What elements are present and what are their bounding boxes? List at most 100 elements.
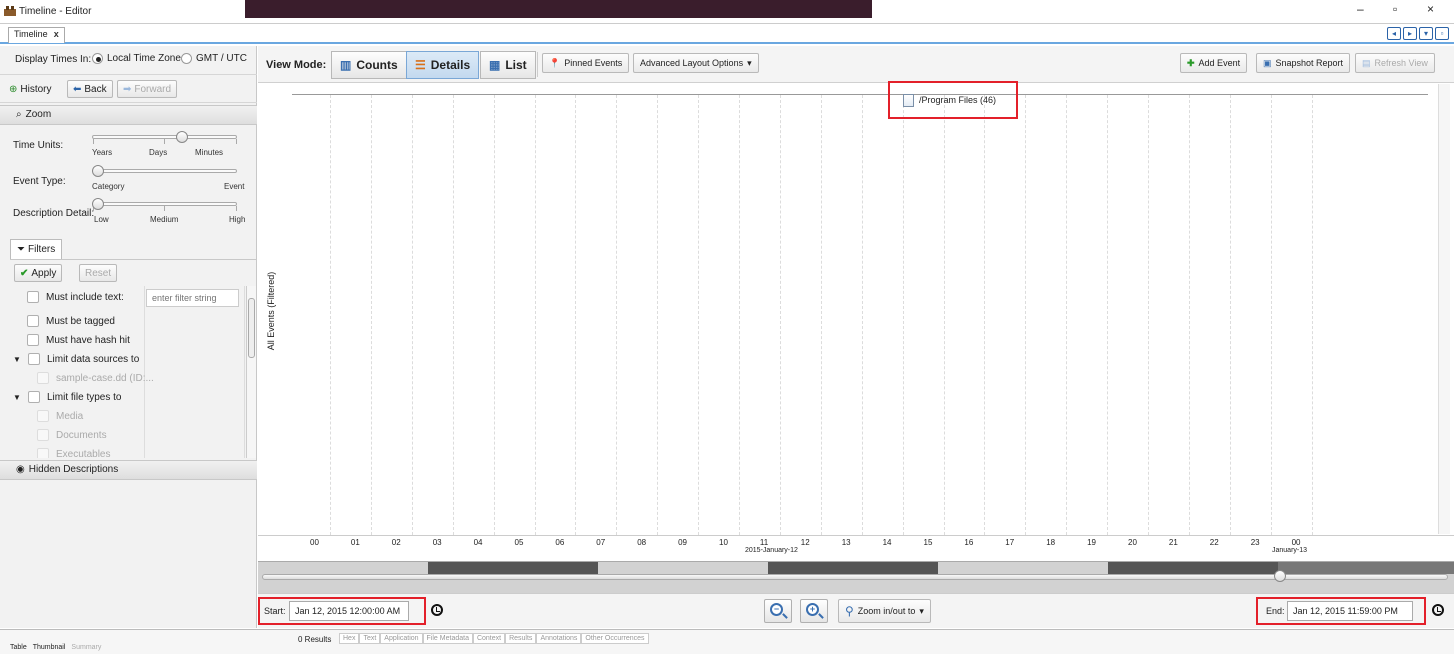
tab-hex[interactable]: Hex <box>339 633 360 644</box>
chevron-down-icon: ▾ <box>919 605 924 616</box>
chart-scrollbar[interactable] <box>1438 84 1450 534</box>
zoom-out-button[interactable]: − <box>764 599 792 623</box>
hour-tick-label: 15 <box>923 538 933 547</box>
range-track[interactable] <box>262 574 1448 580</box>
checkbox[interactable] <box>37 429 49 441</box>
filter-limit-file-types[interactable]: ▼ Limit file types to <box>13 391 121 403</box>
tab-annotations[interactable]: Annotations <box>536 633 582 644</box>
tab-other-occurrences[interactable]: Other Occurrences <box>581 633 649 644</box>
checkbox[interactable] <box>37 410 49 422</box>
radio-local-selected-icon[interactable] <box>92 53 103 64</box>
start-clock-icon[interactable] <box>431 604 443 616</box>
description-detail-knob[interactable] <box>92 198 104 210</box>
hour-gridline <box>820 95 822 535</box>
hour-gridline <box>493 95 495 535</box>
filter-label: Limit data sources to <box>47 353 140 365</box>
filter-data-source-item[interactable]: sample-case.dd (ID:... <box>37 372 154 384</box>
checkbox[interactable] <box>27 334 39 346</box>
add-event-button[interactable]: ✚ Add Event <box>1180 53 1248 73</box>
tab-close-icon[interactable]: x <box>54 29 59 39</box>
tab-results[interactable]: Results <box>505 633 537 644</box>
tab-context[interactable]: Context <box>472 633 506 644</box>
hour-tick-label: 02 <box>391 538 401 547</box>
counts-button[interactable]: ▥ Counts <box>331 51 407 79</box>
pinned-events-button[interactable]: 📍 Pinned Events <box>542 53 630 73</box>
time-units-knob[interactable] <box>176 131 188 143</box>
tab-timeline[interactable]: Timeline x <box>8 27 65 43</box>
checkbox[interactable] <box>27 291 39 303</box>
tab-scroll-right-icon[interactable]: ▸ <box>1403 27 1417 40</box>
filter-executables[interactable]: Executables <box>37 448 110 458</box>
range-band <box>1108 562 1278 574</box>
hour-tick-label: 20 <box>1128 538 1137 547</box>
snapshot-report-button[interactable]: ▣ Snapshot Report <box>1256 53 1351 73</box>
restore-button[interactable]: ▫ <box>1393 2 1397 16</box>
refresh-view-button[interactable]: ▤ Refresh View <box>1355 53 1435 73</box>
add-event-label: Add Event <box>1198 58 1241 68</box>
tab-filters[interactable]: ⏷ Filters <box>10 239 62 259</box>
list-button[interactable]: ▦ List <box>480 51 536 79</box>
minimize-button[interactable]: – <box>1357 2 1364 16</box>
filter-label: Limit file types to <box>47 391 122 403</box>
end-clock-icon[interactable] <box>1432 604 1444 616</box>
expand-arrow-icon[interactable]: ▼ <box>13 393 21 402</box>
filter-funnel-icon: ⏷ <box>17 244 25 255</box>
tab-list-icon[interactable]: ▾ <box>1419 27 1433 40</box>
hour-tick-label: 19 <box>1087 538 1096 547</box>
radio-gmt-utc[interactable]: GMT / UTC <box>181 53 247 64</box>
advanced-layout-dropdown[interactable]: Advanced Layout Options ▾ <box>633 53 759 73</box>
tab-thumbnail[interactable]: Thumbnail <box>31 644 68 651</box>
zoom-in-button[interactable]: + <box>800 599 828 623</box>
forward-arrow-icon: ➡ <box>123 83 132 95</box>
filter-media[interactable]: Media <box>37 410 83 422</box>
history-text: History <box>20 83 52 95</box>
forward-button[interactable]: ➡ Forward <box>117 80 178 98</box>
refresh-icon: ▤ <box>1362 57 1371 68</box>
tab-table[interactable]: Table <box>8 644 29 651</box>
filter-hash-hit[interactable]: Must have hash hit <box>27 334 130 346</box>
back-button[interactable]: ⬅ Back <box>67 80 113 98</box>
tab-scroll-left-icon[interactable]: ◂ <box>1387 27 1401 40</box>
zoom-in-out-to-dropdown[interactable]: ⚲ Zoom in/out to ▾ <box>838 599 931 623</box>
filter-documents[interactable]: Documents <box>37 429 107 441</box>
close-window-button[interactable]: × <box>1427 2 1434 16</box>
range-end-handle[interactable] <box>1274 570 1286 582</box>
range-controls: Start: Jan 12, 2015 12:00:00 AM − + ⚲ Zoo… <box>258 593 1454 628</box>
expand-arrow-icon[interactable]: ▼ <box>13 355 21 364</box>
filter-must-include-text[interactable]: Must include text: <box>27 291 124 303</box>
zoom-section-header[interactable]: ⌕ Zoom <box>0 105 257 125</box>
description-detail-slider-row: Description Detail: Low Medium High <box>0 198 257 232</box>
filters-scroll-thumb[interactable] <box>248 298 255 358</box>
reset-button[interactable]: Reset <box>79 264 118 282</box>
y-axis-label: All Events (Filtered) <box>261 272 276 354</box>
hidden-descriptions-header[interactable]: ◉ Hidden Descriptions <box>0 460 257 480</box>
event-type-knob[interactable] <box>92 165 104 177</box>
event-type-track[interactable] <box>92 169 237 173</box>
filter-text-input[interactable] <box>146 289 239 307</box>
checkbox[interactable] <box>28 353 40 365</box>
checkbox[interactable] <box>27 315 39 327</box>
tab-application[interactable]: Application <box>380 633 423 644</box>
radio-local-label: Local Time Zone <box>107 53 181 64</box>
tab-maximize-icon[interactable]: ▫ <box>1435 27 1449 40</box>
list-label: List <box>505 58 527 72</box>
apply-button[interactable]: ✔ Apply <box>14 264 63 282</box>
filter-must-be-tagged[interactable]: Must be tagged <box>27 315 115 327</box>
radio-local-time[interactable]: Local Time Zone <box>92 53 181 64</box>
strip-edge-right <box>872 0 876 18</box>
checkbox[interactable] <box>37 372 49 384</box>
checkbox[interactable] <box>37 448 49 458</box>
radio-gmt-icon[interactable] <box>181 53 192 64</box>
tab-text[interactable]: Text <box>359 633 381 644</box>
tab-summary[interactable]: Summary <box>69 644 103 651</box>
range-slider-strip[interactable] <box>258 561 1454 593</box>
filter-limit-data-sources[interactable]: ▼ Limit data sources to <box>13 353 139 365</box>
filters-scrollbar[interactable] <box>246 286 256 458</box>
time-units-years-label: Years <box>92 148 113 157</box>
hour-gridline <box>902 95 904 535</box>
zoom-menu-label: Zoom in/out to <box>857 606 916 616</box>
tab-file-metadata[interactable]: File Metadata <box>422 633 473 644</box>
time-units-label: Time Units: <box>13 140 64 151</box>
checkbox[interactable] <box>28 391 40 403</box>
details-button[interactable]: ☰ Details <box>406 51 480 79</box>
